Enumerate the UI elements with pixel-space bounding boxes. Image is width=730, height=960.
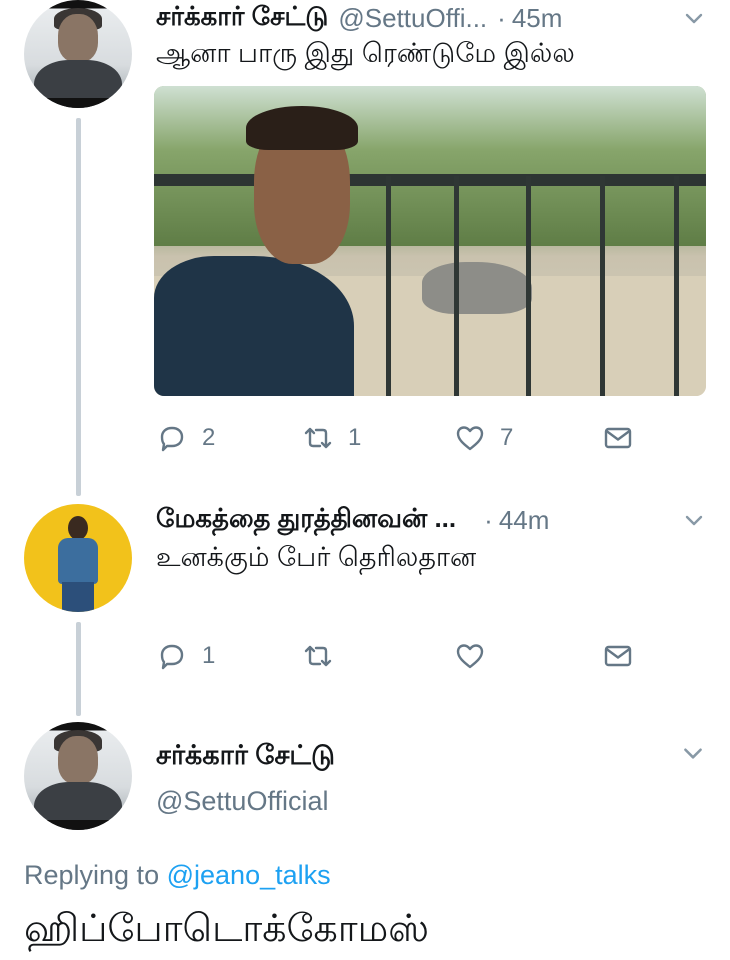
avatar-face [58, 14, 98, 62]
avatar-edge [24, 820, 132, 830]
timestamp[interactable]: 44m [499, 505, 550, 536]
avatar[interactable] [24, 722, 132, 830]
tweet-header: சர்க்கார் சேட்டு @SettuOffi... · 45m [156, 0, 706, 36]
reply-icon [160, 426, 184, 452]
photo-fence-bar [674, 176, 679, 396]
separator-dot: · [484, 504, 493, 535]
photo-person-body [154, 256, 354, 396]
username[interactable]: @SettuOffi... [338, 3, 487, 34]
like-count: 7 [500, 424, 514, 451]
photo-fence-bar [454, 176, 459, 396]
photo-fence-bar [386, 176, 391, 396]
timestamp[interactable]: 45m [512, 3, 563, 34]
retweet-icon [304, 645, 332, 667]
avatar-face [58, 736, 98, 784]
photo-fence-bar [526, 176, 531, 396]
like-icon [456, 644, 484, 669]
dm-button[interactable] [602, 418, 634, 458]
dm-icon [604, 427, 632, 449]
avatar[interactable] [24, 504, 132, 612]
reply-count: 1 [202, 642, 216, 669]
replying-prefix: Replying to [24, 860, 160, 890]
tweet-actions: 1 [156, 636, 656, 676]
dm-button[interactable] [602, 636, 634, 676]
avatar-jeans [62, 582, 94, 612]
photo-person-hair [246, 106, 358, 150]
reply-mention-link[interactable]: @jeano_talks [167, 860, 331, 890]
chevron-down-icon[interactable] [680, 740, 706, 766]
photo-rhino [422, 262, 532, 314]
main-tweet-text: ஹிப்போடொக்கோமஸ் [24, 908, 430, 950]
reply-button[interactable]: 2 [156, 418, 215, 458]
photo-fence-bar [600, 176, 605, 396]
dm-icon [604, 645, 632, 667]
chevron-down-icon[interactable] [682, 6, 706, 30]
username[interactable]: @SettuOfficial [156, 786, 328, 817]
display-name[interactable]: சர்க்கார் சேட்டு [156, 740, 335, 775]
retweet-icon [304, 427, 332, 449]
separator-dot: · [497, 2, 506, 33]
tweet-text: உனக்கும் பேர் தெரிலதான [156, 542, 477, 572]
photo-trees [154, 86, 706, 246]
thread-connector [76, 118, 81, 496]
thread-connector [76, 622, 81, 716]
tweet-actions: 2 1 7 [156, 418, 656, 458]
avatar-face [68, 516, 88, 540]
like-button[interactable] [454, 636, 486, 676]
twitter-thread: சர்க்கார் சேட்டு @SettuOffi... · 45m ஆனா… [0, 0, 730, 960]
avatar[interactable] [24, 0, 132, 108]
display-name[interactable]: சர்க்கார் சேட்டு [156, 1, 328, 35]
reply-button[interactable]: 1 [156, 636, 215, 676]
display-name[interactable]: மேகத்தை துரத்தினவன் ... [156, 503, 456, 537]
tweet-header: மேகத்தை துரத்தினவன் ... · 44m [156, 502, 706, 538]
reply-icon [160, 644, 184, 670]
tweet-text: ஆனா பாரு இது ரெண்டுமே இல்ல [156, 38, 575, 68]
reply-count: 2 [202, 424, 216, 451]
retweet-button[interactable] [302, 636, 334, 676]
chevron-down-icon[interactable] [682, 508, 706, 532]
avatar-shirt [58, 538, 98, 584]
retweet-count: 1 [348, 424, 362, 451]
like-icon [456, 426, 484, 451]
tweet-photo[interactable] [154, 86, 706, 396]
like-button[interactable]: 7 [454, 418, 513, 458]
retweet-button[interactable]: 1 [302, 418, 361, 458]
replying-to: Replying to @jeano_talks [24, 860, 331, 891]
avatar-edge [24, 98, 132, 108]
photo-fence-rail [154, 174, 706, 186]
